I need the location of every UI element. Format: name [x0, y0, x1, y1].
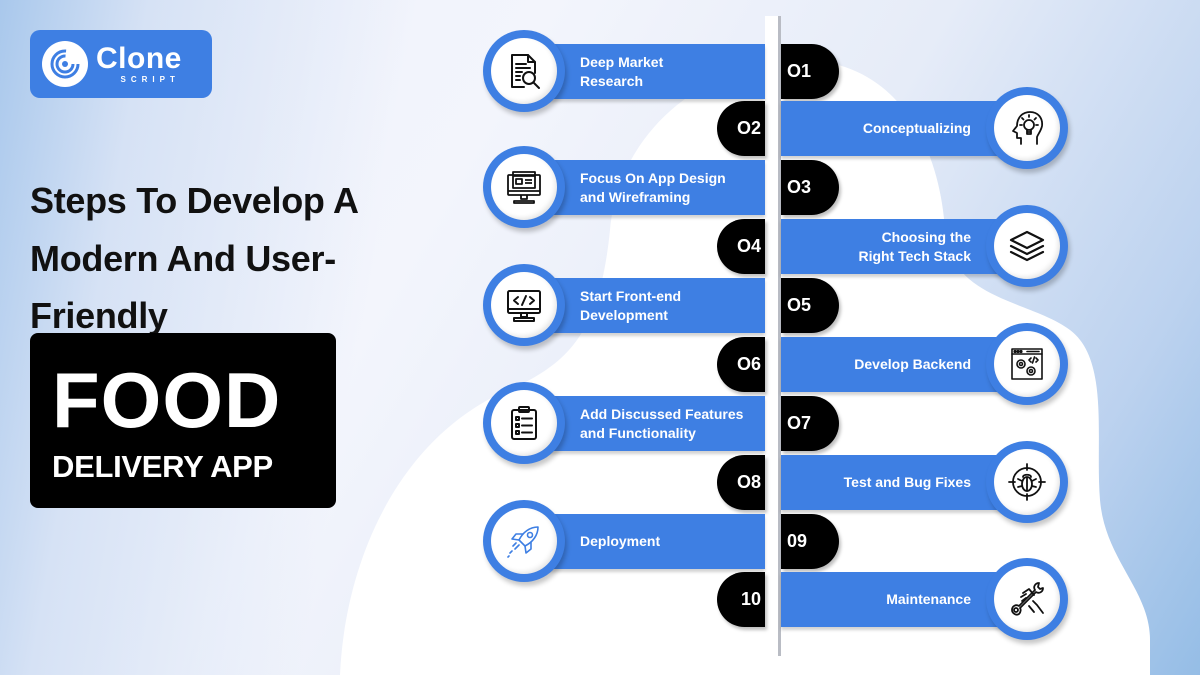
monitor-code-icon: [507, 290, 541, 322]
step-number-03: O3: [781, 160, 839, 215]
document-search-icon: [511, 54, 540, 89]
hand-wrench-icon: [1011, 582, 1044, 616]
step-label: Right Tech Stack: [858, 247, 971, 264]
step-icon-circle-05: [483, 264, 565, 346]
step-number-02: O2: [717, 101, 765, 156]
step-number-04: O4: [717, 219, 765, 274]
badge-subtitle: DELIVERY APP: [52, 449, 273, 484]
step-label: and Wireframing: [580, 188, 691, 205]
step-number-01: O1: [781, 44, 839, 99]
brand-logo[interactable]: Clone SCRIPT: [30, 30, 212, 98]
title-line-1: Steps To Develop A: [30, 180, 359, 221]
clipboard-list-icon: [511, 406, 537, 440]
timeline-spine: [765, 16, 781, 656]
title-line-2: Modern And User-: [30, 237, 336, 279]
food-delivery-badge: FOOD DELIVERY APP: [30, 333, 336, 508]
step-label: Add Discussed Features: [580, 406, 744, 423]
logo-mark-icon: [42, 41, 88, 87]
bug-target-icon: [1008, 463, 1046, 501]
step-label: Start Front-end: [580, 288, 682, 305]
step-label: Deployment: [580, 533, 661, 550]
step-icon-circle-01: [483, 30, 565, 112]
layers-icon: [1009, 230, 1045, 262]
step-number-05: O5: [781, 278, 839, 333]
step-icon-circle-02: [986, 87, 1068, 169]
step-label: Develop Backend: [854, 356, 971, 373]
step-number-10: 10: [717, 572, 765, 627]
step-label: Development: [580, 306, 668, 323]
browser-gears-icon: [1011, 348, 1043, 380]
step-number-08: O8: [717, 455, 765, 510]
step-number-06: O6: [717, 337, 765, 392]
brand-subtitle: SCRIPT: [120, 75, 180, 84]
step-label: Maintenance: [886, 591, 971, 608]
step-icon-circle-10: [986, 558, 1068, 640]
step-icon-circle-07: [483, 382, 565, 464]
step-icon-circle-08: [986, 441, 1068, 523]
step-icon-circle-03: [483, 146, 565, 228]
step-label: Conceptualizing: [862, 120, 971, 137]
brand-name: Clone: [96, 42, 182, 75]
monitor-wireframe-icon: [507, 171, 541, 204]
step-label: Focus On App Design: [580, 170, 726, 187]
step-label: and Functionality: [580, 424, 696, 441]
head-lightbulb-icon: [1012, 111, 1043, 145]
step-label: Choosing the: [881, 229, 971, 246]
badge-title: FOOD: [52, 356, 282, 444]
rocket-icon: [507, 526, 539, 558]
step-icon-circle-06: [986, 323, 1068, 405]
step-label: Deep Market: [580, 54, 664, 71]
step-icon-circle-04: [986, 205, 1068, 287]
step-number-07: O7: [781, 396, 839, 451]
step-number-09: 09: [781, 514, 839, 569]
step-label: Research: [580, 72, 644, 89]
step-label: Test and Bug Fixes: [843, 474, 971, 491]
page-title: Steps To Develop A Modern And User- Frie…: [30, 172, 430, 345]
step-icon-circle-09: [483, 500, 565, 582]
